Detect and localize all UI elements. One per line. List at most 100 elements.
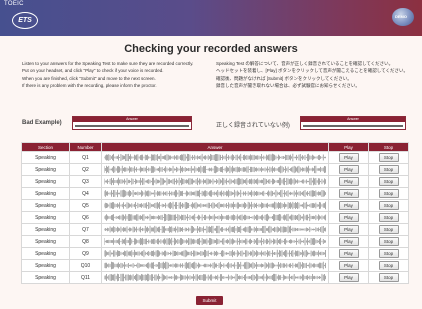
answer-waveform-cell xyxy=(101,151,329,164)
table-row: Speaking Q11 Play Stop xyxy=(21,271,409,284)
not-recorded-example-answer-header: Answer xyxy=(301,117,405,122)
table-row: Speaking Q7 Play Stop xyxy=(21,223,409,236)
ets-logo-icon: ETS xyxy=(12,12,38,29)
play-button[interactable]: Play xyxy=(338,237,359,246)
play-cell: Play xyxy=(328,247,369,260)
play-cell: Play xyxy=(328,163,369,176)
section-cell: Speaking xyxy=(21,199,70,212)
section-cell: Speaking xyxy=(21,163,70,176)
number-cell: Q7 xyxy=(69,223,102,236)
instruction-line: Put on your headset, and click "Play" to… xyxy=(22,68,164,74)
column-header-play: Play xyxy=(328,142,369,152)
play-cell: Play xyxy=(328,235,369,248)
table-row: Speaking Q9 Play Stop xyxy=(21,247,409,260)
play-button[interactable]: Play xyxy=(338,249,359,258)
number-cell: Q10 xyxy=(69,259,102,272)
page-title: Checking your recorded answers xyxy=(124,43,298,55)
section-cell: Speaking xyxy=(21,211,70,224)
answer-waveform-cell xyxy=(101,223,329,236)
table-row: Speaking Q8 Play Stop xyxy=(21,235,409,248)
stop-button[interactable]: Stop xyxy=(378,189,399,198)
play-button[interactable]: Play xyxy=(338,201,359,210)
audio-waveform xyxy=(104,237,326,246)
play-cell: Play xyxy=(328,175,369,188)
section-cell: Speaking xyxy=(21,187,70,200)
play-button[interactable]: Play xyxy=(338,213,359,222)
stop-cell: Stop xyxy=(368,175,409,188)
section-cell: Speaking xyxy=(21,235,70,248)
stop-button[interactable]: Stop xyxy=(378,249,399,258)
play-button[interactable]: Play xyxy=(338,165,359,174)
audio-waveform xyxy=(104,165,326,174)
globe-logo-text: DEMO xyxy=(395,14,407,19)
play-button[interactable]: Play xyxy=(338,153,359,162)
stop-button[interactable]: Stop xyxy=(378,261,399,270)
play-button[interactable]: Play xyxy=(338,189,359,198)
stop-cell: Stop xyxy=(368,199,409,212)
instruction-line: ヘッドセットを装着し、[Play] ボタンをクリックして音声が聞こえることを確認… xyxy=(216,68,408,74)
answer-waveform-cell xyxy=(101,199,329,212)
stop-button[interactable]: Stop xyxy=(378,177,399,186)
not-recorded-example-label: 正しく録音されていない例) xyxy=(216,123,290,129)
instruction-line: Listen to your answers for the Speaking … xyxy=(22,61,194,66)
stop-button[interactable]: Stop xyxy=(378,165,399,174)
answer-waveform-cell xyxy=(101,211,329,224)
column-header-answer: Answer xyxy=(101,142,329,152)
section-cell: Speaking xyxy=(21,271,70,284)
bad-example-label: Bad Example) xyxy=(22,120,62,126)
audio-waveform xyxy=(104,201,326,210)
play-button[interactable]: Play xyxy=(338,177,359,186)
app-title: TOEIC xyxy=(4,1,24,7)
play-cell: Play xyxy=(328,199,369,212)
section-cell: Speaking xyxy=(21,247,70,260)
table-row: Speaking Q10 Play Stop xyxy=(21,259,409,272)
stop-button[interactable]: Stop xyxy=(378,201,399,210)
stop-button[interactable]: Stop xyxy=(378,237,399,246)
audio-waveform xyxy=(104,213,326,222)
audio-waveform xyxy=(104,249,326,258)
play-button[interactable]: Play xyxy=(338,261,359,270)
stop-cell: Stop xyxy=(368,187,409,200)
stop-button[interactable]: Stop xyxy=(378,213,399,222)
instructions-english: Listen to your answers for the Speaking … xyxy=(22,60,202,90)
stop-button[interactable]: Stop xyxy=(378,225,399,234)
flat-waveform xyxy=(303,125,403,127)
section-cell: Speaking xyxy=(21,175,70,188)
answer-waveform-cell xyxy=(101,163,329,176)
answer-waveform-cell xyxy=(101,235,329,248)
stop-cell: Stop xyxy=(368,151,409,164)
table-row: Speaking Q6 Play Stop xyxy=(21,211,409,224)
stop-cell: Stop xyxy=(368,223,409,236)
play-cell: Play xyxy=(328,187,369,200)
number-cell: Q2 xyxy=(69,163,102,176)
answers-table: Section Number Answer Play Stop Speaking… xyxy=(21,142,409,284)
answer-waveform-cell xyxy=(101,247,329,260)
table-row: Speaking Q3 Play Stop xyxy=(21,175,409,188)
play-cell: Play xyxy=(328,223,369,236)
section-cell: Speaking xyxy=(21,259,70,272)
play-cell: Play xyxy=(328,151,369,164)
play-button[interactable]: Play xyxy=(338,225,359,234)
not-recorded-example-answer-box: Answer xyxy=(300,116,406,130)
bad-example-answer-box: Answer xyxy=(72,116,192,130)
instruction-line: If there is any problem with the recordi… xyxy=(22,83,157,89)
audio-waveform xyxy=(104,177,326,186)
play-button[interactable]: Play xyxy=(338,273,359,282)
instruction-line: 録音した音声が聞き取れない場合は、必ず試験官にお知らせください。 xyxy=(216,83,360,89)
column-header-section: Section xyxy=(21,142,70,152)
column-header-stop: Stop xyxy=(368,142,409,152)
answer-waveform-cell xyxy=(101,175,329,188)
stop-cell: Stop xyxy=(368,163,409,176)
number-cell: Q9 xyxy=(69,247,102,260)
instruction-line: When you are finished, click "Submit" an… xyxy=(22,75,156,81)
bad-example-answer-header: Answer xyxy=(73,117,191,122)
audio-waveform xyxy=(104,225,326,234)
table-row: Speaking Q1 Play Stop xyxy=(21,151,409,164)
stop-button[interactable]: Stop xyxy=(378,153,399,162)
number-cell: Q11 xyxy=(69,271,102,284)
number-cell: Q3 xyxy=(69,175,102,188)
answer-waveform-cell xyxy=(101,187,329,200)
stop-button[interactable]: Stop xyxy=(378,273,399,282)
submit-button[interactable]: Submit xyxy=(196,296,223,305)
section-cell: Speaking xyxy=(21,223,70,236)
